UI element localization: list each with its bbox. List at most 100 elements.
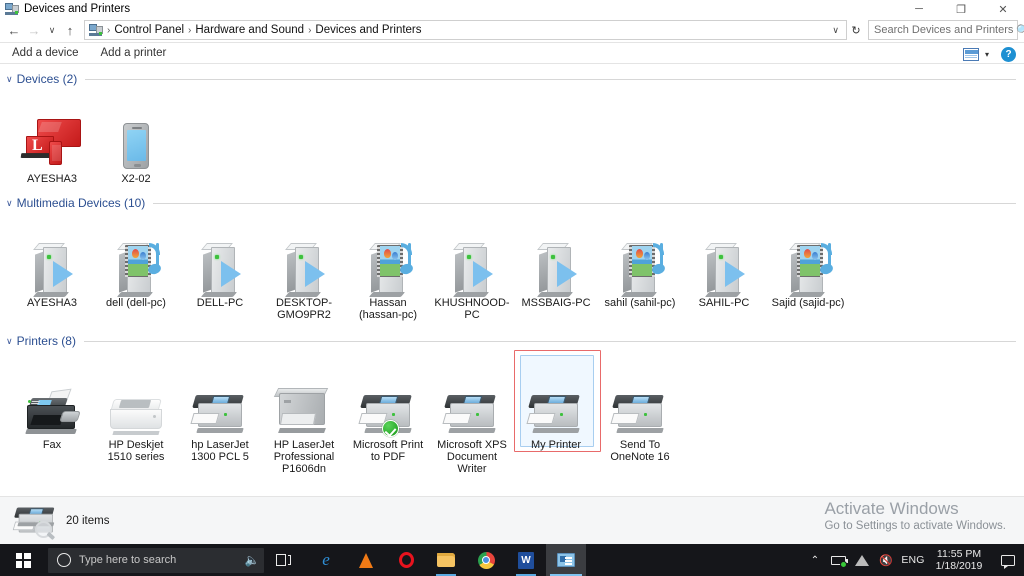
- breadcrumb-control-panel[interactable]: Control Panel: [111, 24, 187, 36]
- taskbar-search-box[interactable]: Type here to search 🔈: [48, 547, 264, 573]
- microsoft-edge-icon[interactable]: e: [306, 544, 346, 576]
- printer-item-fax[interactable]: Fax: [10, 359, 94, 475]
- printer-label: HP Deskjet 1510 series: [107, 439, 165, 463]
- section-header-devices[interactable]: ∨ Devices (2): [0, 67, 1024, 89]
- command-bar: Add a device Add a printer ▾ ?: [0, 42, 1024, 64]
- content-area: ∨ Devices (2) L AYESHA3 X2-02 ∨ Multimed…: [0, 64, 1024, 496]
- battery-charging-icon[interactable]: [826, 544, 850, 576]
- multimedia-label: Hassan (hassan-pc): [358, 297, 418, 321]
- wifi-icon[interactable]: [850, 544, 874, 576]
- printer-label: Send To OneNote 16: [610, 439, 670, 463]
- google-chrome-icon[interactable]: [466, 544, 506, 576]
- printer-item-my-printer[interactable]: My Printer: [514, 350, 601, 475]
- mobile-phone-icon: [94, 97, 178, 169]
- media-renderer-pc-icon: [262, 221, 346, 297]
- view-options-icon[interactable]: [962, 47, 979, 61]
- multimedia-item-9[interactable]: Sajid (sajid-pc): [766, 217, 850, 321]
- language-indicator[interactable]: ENG: [898, 544, 928, 576]
- multimedia-item-5[interactable]: KHUSHNOOD-PC: [430, 217, 514, 321]
- action-center-icon[interactable]: [992, 544, 1024, 576]
- section-title-printers: Printers (8): [16, 334, 76, 348]
- section-header-multimedia-devices[interactable]: ∨ Multimedia Devices (10): [0, 191, 1024, 213]
- magnifier-icon: [35, 520, 52, 538]
- item-count-label: 20 items: [66, 514, 110, 527]
- vlc-media-player-icon[interactable]: [346, 544, 386, 576]
- printer-item-send-to-onenote-16[interactable]: Send To OneNote 16: [598, 359, 682, 475]
- multimedia-item-4[interactable]: Hassan (hassan-pc): [346, 217, 430, 321]
- chevron-down-icon[interactable]: ∨: [6, 336, 13, 347]
- start-button[interactable]: [0, 544, 46, 576]
- multimedia-item-2[interactable]: DELL-PC: [178, 217, 262, 321]
- task-view-icon: [275, 554, 291, 566]
- multimedia-label: SAHIL-PC: [698, 297, 750, 309]
- printer-item-microsoft-xps-document-writer[interactable]: Microsoft XPS Document Writer: [430, 359, 514, 475]
- forward-button[interactable]: →: [24, 20, 44, 40]
- opera-browser-icon[interactable]: [386, 544, 426, 576]
- media-server-pc-icon: [598, 221, 682, 297]
- multimedia-item-7[interactable]: sahil (sahil-pc): [598, 217, 682, 321]
- section-title-devices: Devices (2): [16, 72, 78, 86]
- chevron-down-icon[interactable]: ∨: [827, 25, 844, 36]
- add-a-printer-button[interactable]: Add a printer: [101, 47, 167, 59]
- taskbar-apps: e W: [306, 544, 586, 576]
- help-icon[interactable]: ?: [1001, 46, 1016, 62]
- multimedia-item-1[interactable]: dell (dell-pc): [94, 217, 178, 321]
- devices-and-printers-window: Devices and Printers ─ ❐ ✕ ← → ∨ ↑ › Con…: [0, 0, 1024, 544]
- add-a-device-button[interactable]: Add a device: [12, 47, 79, 59]
- breadcrumb[interactable]: › Control Panel › Hardware and Sound › D…: [84, 20, 847, 40]
- printer-item-hp-laserjet-1300[interactable]: hp LaserJet 1300 PCL 5: [178, 359, 262, 475]
- devices-and-printers-taskbar-icon[interactable]: [546, 544, 586, 576]
- multi-device-icon: L: [10, 97, 94, 169]
- maximize-restore-button[interactable]: ❐: [940, 0, 982, 18]
- multimedia-label: DELL-PC: [196, 297, 244, 309]
- microphone-icon[interactable]: 🔈: [240, 553, 264, 567]
- media-renderer-pc-icon: [682, 221, 766, 297]
- multimedia-item-3[interactable]: DESKTOP-GMO9PR2: [262, 217, 346, 321]
- printer-item-microsoft-print-to-pdf[interactable]: Microsoft Print to PDF: [346, 359, 430, 475]
- device-label: X2-02: [121, 173, 151, 185]
- volume-muted-icon[interactable]: 🔇: [874, 544, 898, 576]
- show-hidden-icons-button[interactable]: ⌃: [804, 544, 826, 576]
- chevron-down-icon[interactable]: ∨: [6, 198, 13, 209]
- breadcrumb-hardware-and-sound[interactable]: Hardware and Sound: [192, 24, 307, 36]
- recent-locations-button[interactable]: ∨: [44, 20, 60, 40]
- default-printer-check-icon: [382, 420, 399, 437]
- multimedia-item-8[interactable]: SAHIL-PC: [682, 217, 766, 321]
- breadcrumb-devices-and-printers[interactable]: Devices and Printers: [312, 24, 424, 36]
- device-item-x2-02[interactable]: X2-02: [94, 93, 178, 185]
- devices-grid: L AYESHA3 X2-02: [0, 89, 1024, 185]
- title-bar: Devices and Printers ─ ❐ ✕: [0, 0, 1024, 18]
- minimize-button[interactable]: ─: [898, 0, 940, 18]
- up-button[interactable]: ↑: [60, 20, 80, 40]
- device-item-ayesha3[interactable]: L AYESHA3: [10, 93, 94, 185]
- search-input[interactable]: [869, 24, 1016, 36]
- printer-label: My Printer: [530, 439, 582, 451]
- section-title-multimedia-devices: Multimedia Devices (10): [16, 196, 146, 210]
- close-button[interactable]: ✕: [982, 0, 1024, 18]
- back-button[interactable]: ←: [4, 20, 24, 40]
- printer-item-hp-laserjet-professional-p1606dn[interactable]: HP LaserJet Professional P1606dn: [262, 359, 346, 475]
- multimedia-item-6[interactable]: MSSBAIG-PC: [514, 217, 598, 321]
- multimedia-item-0[interactable]: AYESHA3: [10, 217, 94, 321]
- multimedia-label: sahil (sahil-pc): [604, 297, 676, 309]
- system-tray: ⌃ 🔇 ENG 11:55 PM 1/18/2019: [804, 544, 1024, 576]
- multimedia-label: DESKTOP-GMO9PR2: [275, 297, 333, 321]
- command-bar-right: ▾ ?: [962, 43, 1016, 65]
- printer-details-icon: [12, 504, 55, 538]
- section-divider: [83, 340, 1016, 342]
- printer-label: Microsoft Print to PDF: [352, 439, 424, 463]
- chevron-down-icon[interactable]: ▾: [985, 50, 989, 59]
- search-box[interactable]: 🔍: [868, 20, 1024, 40]
- printer-item-hp-deskjet-1510[interactable]: HP Deskjet 1510 series: [94, 359, 178, 475]
- section-header-printers[interactable]: ∨ Printers (8): [0, 329, 1024, 351]
- search-icon[interactable]: 🔍: [1016, 24, 1024, 37]
- chevron-down-icon[interactable]: ∨: [6, 74, 13, 85]
- microsoft-word-icon[interactable]: W: [506, 544, 546, 576]
- refresh-button[interactable]: ↻: [847, 20, 865, 40]
- file-explorer-icon[interactable]: [426, 544, 466, 576]
- section-divider: [85, 78, 1016, 80]
- clock[interactable]: 11:55 PM 1/18/2019: [928, 544, 992, 576]
- breadcrumb-devices-icon: [89, 23, 103, 37]
- printer-label: HP LaserJet Professional P1606dn: [273, 439, 335, 475]
- task-view-button[interactable]: [264, 544, 302, 576]
